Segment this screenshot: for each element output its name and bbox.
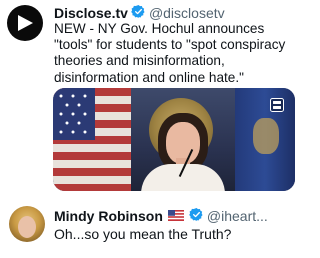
mindy-robinson-avatar[interactable] (9, 206, 45, 242)
play-triangle-icon (18, 15, 33, 31)
disclosetv-avatar[interactable] (7, 5, 43, 41)
ny-flag-emblem (253, 118, 279, 154)
post-text: NEW - NY Gov. Hochul announces "tools" f… (54, 21, 286, 85)
post-author-handle[interactable]: @disclosetv (149, 5, 225, 22)
us-flag-background (53, 88, 131, 191)
reply-author-row: Mindy Robinson @iheart... (54, 207, 268, 226)
post-media-video[interactable] (53, 88, 295, 191)
gif-badge-icon[interactable] (270, 98, 284, 112)
reply-text: Oh...so you mean the Truth? (54, 226, 232, 242)
reply-author-handle[interactable]: @iheart... (207, 208, 268, 225)
verified-badge-icon (189, 207, 204, 226)
avatar-face (18, 216, 36, 238)
us-flag-icon (167, 208, 184, 225)
post-author-name[interactable]: Disclose.tv (54, 5, 128, 22)
reply-author-name[interactable]: Mindy Robinson (54, 208, 163, 225)
